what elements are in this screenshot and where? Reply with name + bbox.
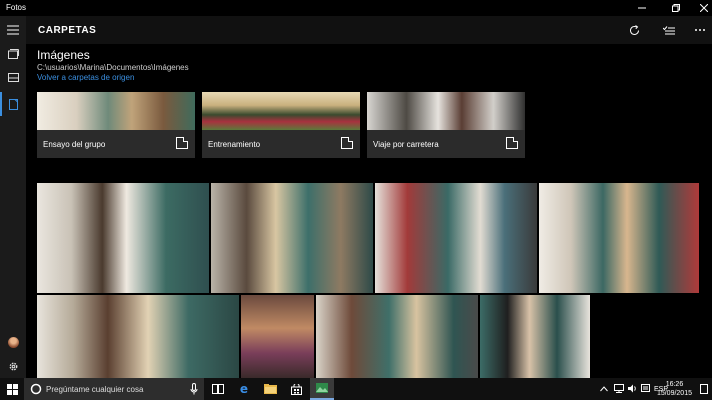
folder-icon: [176, 137, 188, 149]
title-bar: Fotos: [0, 0, 712, 16]
page-header: CARPETAS: [26, 16, 712, 44]
refresh-icon: [629, 24, 639, 35]
photo-thumbnail[interactable]: [375, 183, 537, 293]
subfolder-thumbnail: [37, 92, 195, 130]
clock[interactable]: 16:26 15/09/2015: [657, 380, 692, 398]
account-avatar-icon: [7, 336, 19, 348]
app-title: Fotos: [6, 3, 27, 12]
more-button[interactable]: [690, 20, 710, 40]
maximize-button[interactable]: [662, 0, 690, 16]
account-button[interactable]: [0, 330, 26, 354]
store-icon: [290, 383, 302, 395]
navigation-rail: [0, 16, 26, 378]
photo-thumbnail[interactable]: [37, 295, 239, 378]
taskbar: Pregúntame cualquier cosa e ESP 16:26 15…: [0, 378, 712, 400]
hamburger-menu-icon: [7, 25, 19, 35]
network-icon[interactable]: [614, 384, 624, 393]
chevron-up-icon[interactable]: [600, 386, 608, 392]
close-icon: [700, 4, 708, 12]
clock-time: 16:26: [665, 381, 684, 388]
nav-folders[interactable]: [0, 92, 26, 116]
more-icon: [695, 29, 705, 31]
photo-thumbnail[interactable]: [241, 295, 314, 378]
windows-start-icon: [6, 383, 18, 395]
photo-thumbnail[interactable]: [480, 295, 590, 378]
nav-collection[interactable]: [0, 42, 26, 66]
edge-icon: e: [239, 382, 249, 396]
select-button[interactable]: [659, 20, 679, 40]
cortana-icon: [30, 383, 42, 395]
settings-gear-icon: [9, 362, 17, 370]
photos-app-icon: [316, 383, 328, 393]
settings-button[interactable]: [0, 354, 26, 378]
photo-thumbnail[interactable]: [37, 183, 209, 293]
search-placeholder: Pregúntame cualquier cosa: [46, 385, 144, 394]
store-button[interactable]: [284, 378, 308, 400]
edge-button[interactable]: e: [232, 378, 256, 400]
refresh-button[interactable]: [624, 20, 644, 40]
subfolder-tile[interactable]: Ensayo del grupo: [37, 92, 195, 158]
folder-content: Imágenes C:\usuarios\Marina\Documentos\I…: [26, 44, 712, 378]
subfolder-label: Viaje por carretera: [373, 140, 439, 149]
file-explorer-button[interactable]: [258, 378, 282, 400]
photos-app-button[interactable]: [310, 378, 334, 400]
photo-thumbnail[interactable]: [316, 295, 478, 378]
volume-icon[interactable]: [628, 384, 637, 393]
subfolder-tile[interactable]: Viaje por carretera: [367, 92, 525, 158]
nav-albums[interactable]: [0, 66, 26, 90]
action-center-icon[interactable]: [700, 384, 708, 394]
subfolder-tile[interactable]: Entrenamiento: [202, 92, 360, 158]
subfolder-label: Ensayo del grupo: [43, 140, 106, 149]
photo-thumbnail[interactable]: [211, 183, 373, 293]
section-title: CARPETAS: [38, 25, 97, 36]
microphone-icon[interactable]: [190, 383, 198, 395]
folders-icon: [9, 98, 18, 110]
notifications-icon[interactable]: [641, 384, 650, 393]
folder-path: C:\usuarios\Marina\Documentos\Imágenes: [37, 63, 189, 72]
subfolder-label: Entrenamiento: [208, 140, 261, 149]
select-icon: [663, 26, 675, 35]
hamburger-menu-button[interactable]: [0, 18, 26, 42]
task-view-button[interactable]: [206, 378, 230, 400]
folder-icon: [341, 137, 353, 149]
clock-date: 15/09/2015: [656, 390, 692, 397]
photo-thumbnail[interactable]: [539, 183, 699, 293]
collection-icon: [7, 49, 19, 59]
file-explorer-icon: [263, 384, 277, 394]
folder-title: Imágenes: [37, 48, 90, 62]
albums-icon: [7, 73, 19, 82]
minimize-button[interactable]: [628, 0, 656, 16]
restore-icon: [672, 4, 680, 12]
start-button[interactable]: [0, 378, 24, 400]
back-to-sources-link[interactable]: Volver a carpetas de origen: [37, 73, 134, 82]
cortana-search-box[interactable]: Pregúntame cualquier cosa: [24, 378, 204, 400]
task-view-icon: [212, 384, 224, 394]
minimize-icon: [638, 7, 646, 9]
subfolder-thumbnail: [367, 92, 525, 130]
folder-icon: [506, 137, 518, 149]
close-button[interactable]: [690, 0, 712, 16]
subfolder-thumbnail: [202, 92, 360, 130]
